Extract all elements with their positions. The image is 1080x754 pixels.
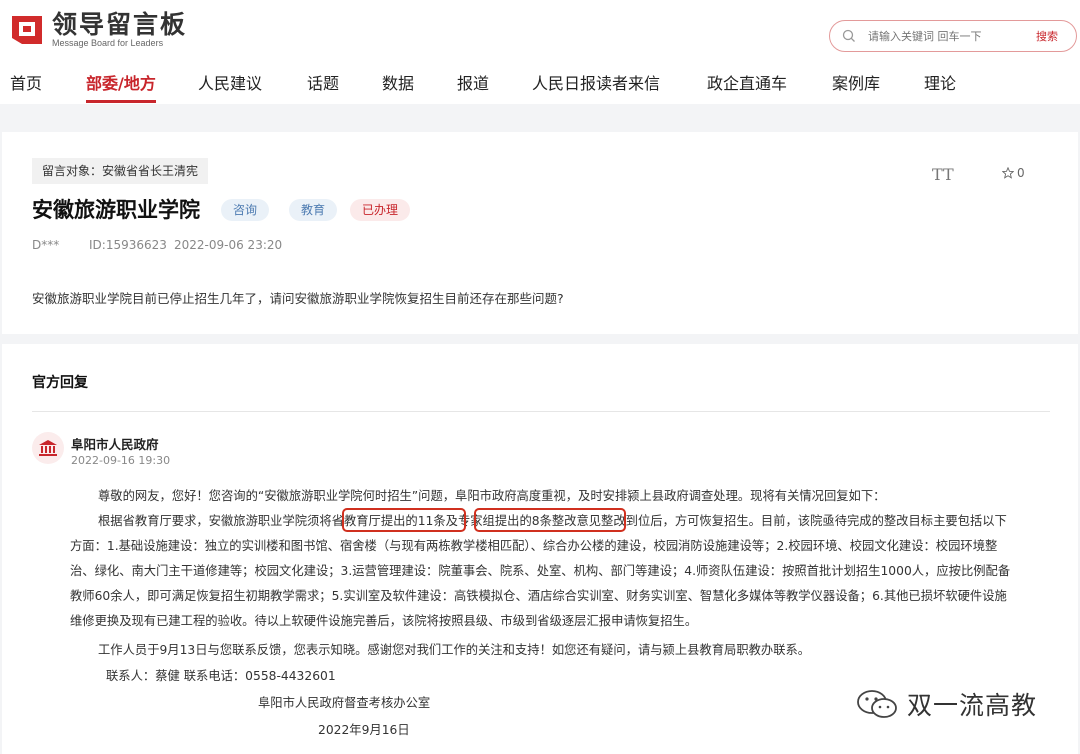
favorite-button[interactable]: 0 — [1002, 166, 1025, 180]
logo-subtitle: Message Board for Leaders — [52, 38, 164, 48]
reply-paragraph: 尊敬的网友，您好！您咨询的“安徽旅游职业学院何时招生”问题，阜阳市政府高度重视，… — [98, 489, 886, 503]
reply-heading: 官方回复 — [32, 375, 88, 391]
message-time: 2022-09-06 23:20 — [174, 238, 283, 252]
search-input[interactable] — [868, 29, 1028, 43]
site-logo[interactable]: 领导留言板 Message Board for Leaders — [10, 12, 187, 48]
tag-consult[interactable]: 咨询 — [221, 199, 270, 221]
avatar — [32, 432, 64, 464]
star-icon — [1002, 167, 1014, 179]
reply-contact: 联系人：蔡健 联系电话：0558-4432601 — [106, 669, 336, 683]
main-nav: 首页 部委/地方 人民建议 话题 数据 报道 人民日报读者来信 政企直通车 案例… — [0, 64, 1080, 104]
message-question: 安徽旅游职业学院目前已停止招生几年了，请问安徽旅游职业学院恢复招生目前还存在那些… — [32, 291, 564, 306]
nav-item-cases[interactable]: 案例库 — [832, 70, 880, 94]
government-building-icon — [39, 440, 57, 456]
nav-active-underline — [86, 100, 156, 103]
logo-mark-icon — [12, 16, 42, 44]
nav-item-reports[interactable]: 报道 — [457, 70, 489, 94]
reply-paragraph: 方面：1.基础设施建设：独立的实训楼和图书馆、宿舍楼（与现有两栋教学楼相匹配）、… — [70, 539, 998, 553]
reply-time: 2022-09-16 19:30 — [71, 454, 171, 467]
logo-title: 领导留言板 — [52, 10, 188, 39]
message-id: ID:15936623 — [89, 238, 167, 252]
nav-item-enterprise[interactable]: 政企直通车 — [707, 70, 787, 94]
font-size-icon[interactable]: TT — [932, 165, 954, 184]
reply-paragraph: 工作人员于9月13日与您联系反馈，您表示知晓。感谢您对我们工作的关注和支持！如您… — [98, 643, 811, 657]
message-target: 留言对象：安徽省省长王清宪 — [32, 158, 209, 184]
search-button[interactable]: 搜索 — [1036, 28, 1058, 44]
search-box: 搜索 — [829, 20, 1077, 52]
favorite-count: 0 — [1017, 166, 1025, 180]
reply-org: 阜阳市人民政府 — [71, 437, 159, 452]
message-card: 留言对象：安徽省省长王清宪 TT 0 安徽旅游职业学院 咨询 教育 已办理 D*… — [2, 132, 1078, 334]
nav-item-theory[interactable]: 理论 — [924, 70, 956, 94]
message-author: D*** — [32, 238, 60, 252]
reply-paragraph: 维修更换及现有已建工程的验收。待以上软硬件设施完善后，该院将按照县级、市级到省级… — [70, 614, 698, 628]
nav-item-topics[interactable]: 话题 — [307, 70, 339, 94]
search-icon — [842, 29, 855, 42]
nav-item-readers-letters[interactable]: 人民日报读者来信 — [532, 70, 660, 94]
highlight-box — [342, 508, 466, 532]
divider — [32, 411, 1050, 412]
top-header: 领导留言板 Message Board for Leaders 搜索 首页 部委… — [0, 0, 1080, 104]
wechat-icon — [857, 690, 897, 718]
reply-date: 2022年9月16日 — [318, 723, 410, 737]
message-title: 安徽旅游职业学院 — [32, 198, 200, 222]
tag-education[interactable]: 教育 — [289, 199, 338, 221]
nav-item-ministries[interactable]: 部委/地方 — [86, 70, 156, 94]
status-badge: 已办理 — [350, 199, 411, 221]
nav-item-home[interactable]: 首页 — [10, 70, 42, 94]
reply-signature: 阜阳市人民政府督查考核办公室 — [258, 696, 431, 710]
reply-paragraph: 治、绿化、南大门主干道修建等；校园文化建设；3.运营管理建设：院董事会、院系、处… — [70, 564, 1011, 578]
watermark-text: 双一流高教 — [907, 691, 1038, 720]
logo-text: 领导留言板 Message Board for Leaders — [52, 10, 188, 49]
nav-item-data[interactable]: 数据 — [382, 70, 414, 94]
reply-paragraph: 教师60余人，即可满足恢复招生初期教学需求；5.实训室及软件建设：高铁模拟仓、酒… — [70, 589, 1007, 603]
nav-item-suggestions[interactable]: 人民建议 — [198, 70, 262, 94]
highlight-box — [474, 508, 626, 532]
watermark: 双一流高教 — [855, 686, 1037, 722]
